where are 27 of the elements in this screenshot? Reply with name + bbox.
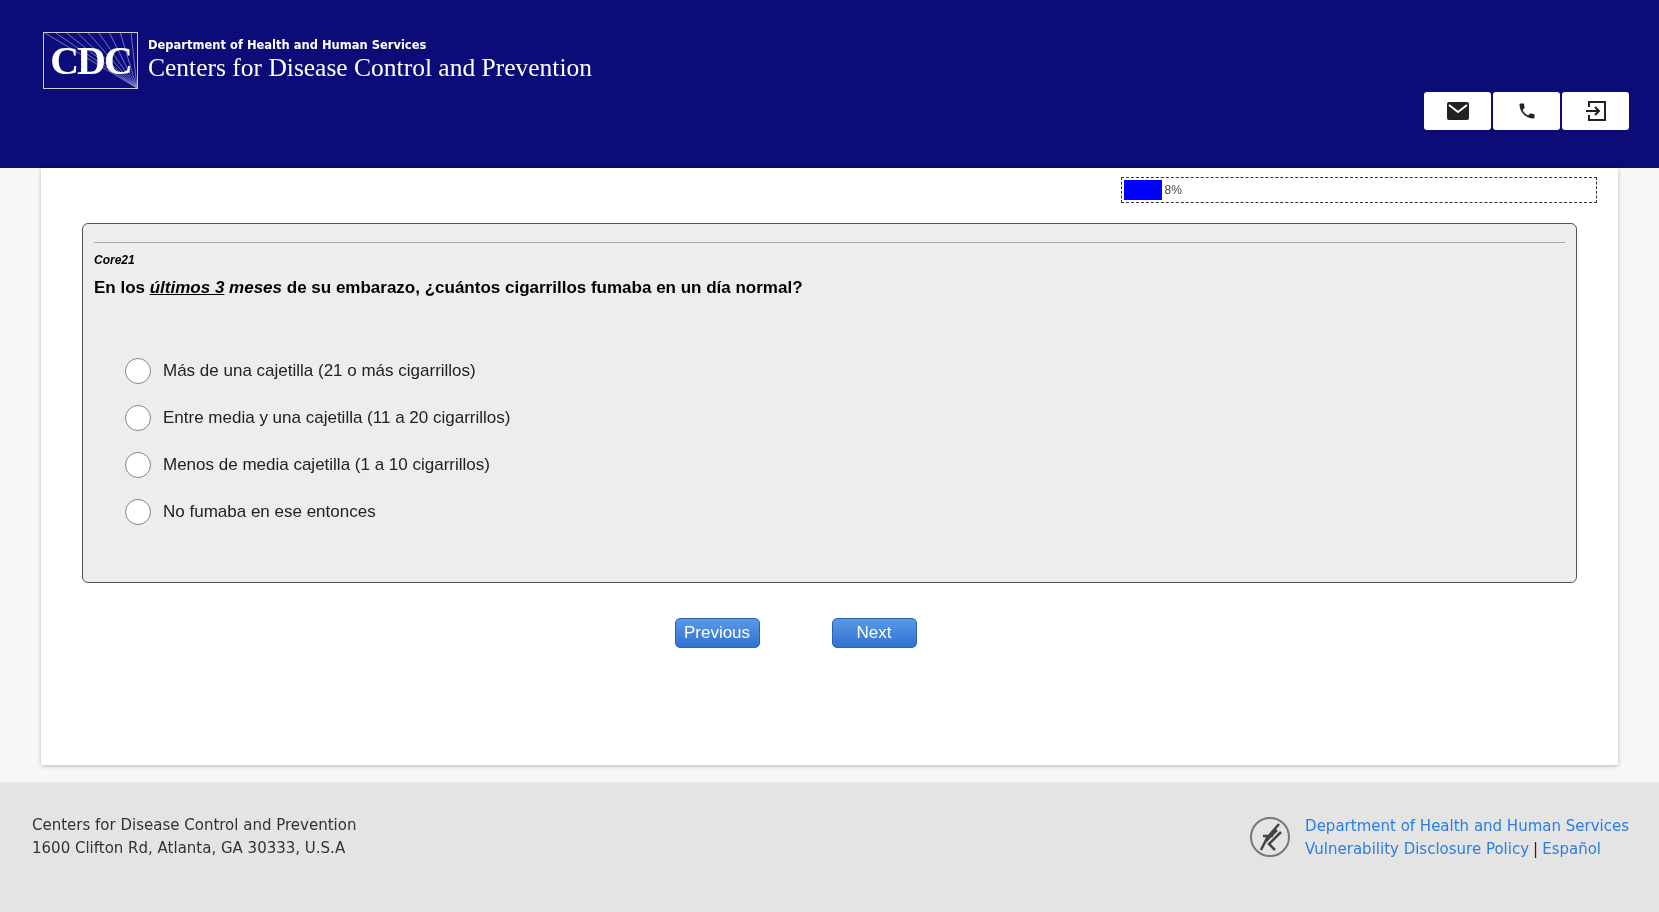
hhs-link[interactable]: Department of Health and Human Services [1305,816,1629,835]
phone-button[interactable] [1493,92,1560,130]
exit-icon [1584,101,1607,121]
answer-option[interactable]: Menos de media cajetilla (1 a 10 cigarrillos) [125,452,490,478]
radio-button[interactable] [125,499,151,525]
link-separator: | [1533,839,1539,858]
radio-button[interactable] [125,358,151,384]
email-button[interactable] [1424,92,1491,130]
address-line: 1600 Clifton Rd, Atlanta, GA 30333, U.S.A [32,839,347,857]
next-button[interactable]: Next [831,618,917,648]
progress-percent: 8% [1164,183,1182,197]
cdc-logo: CDC [43,32,138,89]
radio-button[interactable] [125,452,151,478]
answer-option[interactable]: Más de una cajetilla (21 o más cigarrillos) [125,358,476,384]
address-line: Centers for Disease Control and Prevention [32,816,357,834]
language-link[interactable]: Español [1542,839,1601,858]
disclosure-link[interactable]: Vulnerability Disclosure Policy [1305,839,1530,858]
answer-option[interactable]: Entre media y una cajetilla (11 a 20 cigarrillos) [125,405,511,431]
previous-button[interactable]: Previous [674,618,760,648]
answer-option[interactable]: No fumaba en ese entonces [125,499,376,525]
department-name: Department of Health and Human Services [148,38,428,52]
question-code: Core21 [94,253,135,267]
question-text: En los últimos 3 meses de su embarazo, ¿cuántos cigarrillos fumaba en un día normal? [94,278,803,298]
radio-button[interactable] [125,405,151,431]
agency-name: Centers for Disease Control and Prevention [148,53,593,83]
envelope-icon [1446,102,1469,120]
exit-button[interactable] [1562,92,1629,130]
